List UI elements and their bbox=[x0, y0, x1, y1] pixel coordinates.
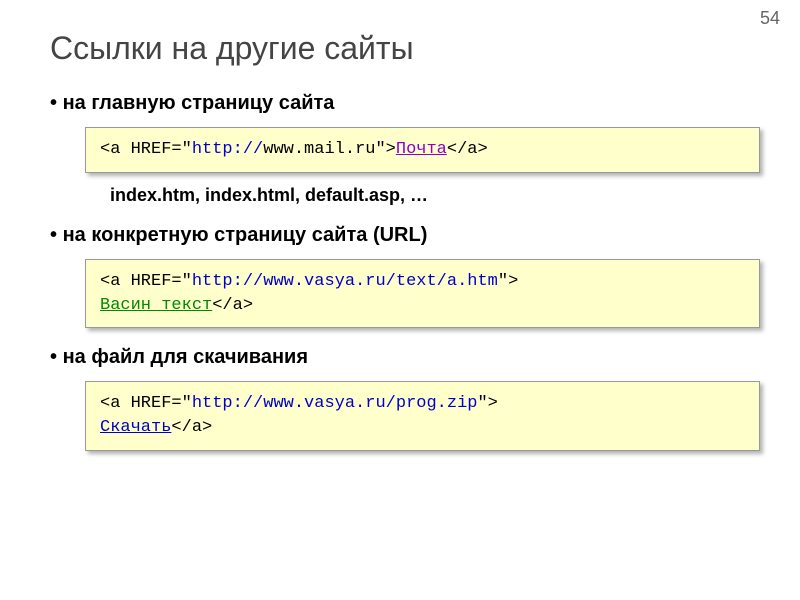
code-link-text: Васин текст bbox=[100, 296, 212, 315]
code-open-tag: <a HREF=" bbox=[100, 272, 192, 291]
code-mid: "> bbox=[498, 272, 518, 291]
bullet-file-download: на файл для скачивания bbox=[50, 346, 760, 369]
code-url: http://www.vasya.ru/prog.zip bbox=[192, 394, 478, 413]
page-title: Ссылки на другие сайты bbox=[50, 30, 760, 67]
code-mid: "> bbox=[477, 394, 497, 413]
code-link-text: Скачать bbox=[100, 418, 171, 437]
code-example-2: <a HREF="http://www.vasya.ru/text/a.htm"… bbox=[85, 259, 760, 329]
code-close-tag: </a> bbox=[212, 296, 253, 315]
slide-content: Ссылки на другие сайты на главную страни… bbox=[0, 0, 800, 483]
default-pages-text: index.htm, index.html, default.asp, … bbox=[110, 185, 760, 206]
page-number: 54 bbox=[760, 8, 780, 29]
bullet-main-page: на главную страницу сайта bbox=[50, 92, 760, 115]
code-example-3: <a HREF="http://www.vasya.ru/prog.zip"> С… bbox=[85, 381, 760, 451]
code-protocol: http:// bbox=[192, 140, 263, 159]
code-open-tag: <a HREF=" bbox=[100, 394, 192, 413]
code-close-tag: </a> bbox=[447, 140, 488, 159]
code-close-tag: </a> bbox=[171, 418, 212, 437]
code-open-tag: <a HREF=" bbox=[100, 140, 192, 159]
code-example-1: <a HREF="http://www.mail.ru">Почта</a> bbox=[85, 127, 760, 173]
code-url: www.mail.ru bbox=[263, 140, 375, 159]
code-mid: "> bbox=[375, 140, 395, 159]
code-url: http://www.vasya.ru/text/a.htm bbox=[192, 272, 498, 291]
bullet-specific-page: на конкретную страницу сайта (URL) bbox=[50, 224, 760, 247]
code-link-text: Почта bbox=[396, 140, 447, 159]
